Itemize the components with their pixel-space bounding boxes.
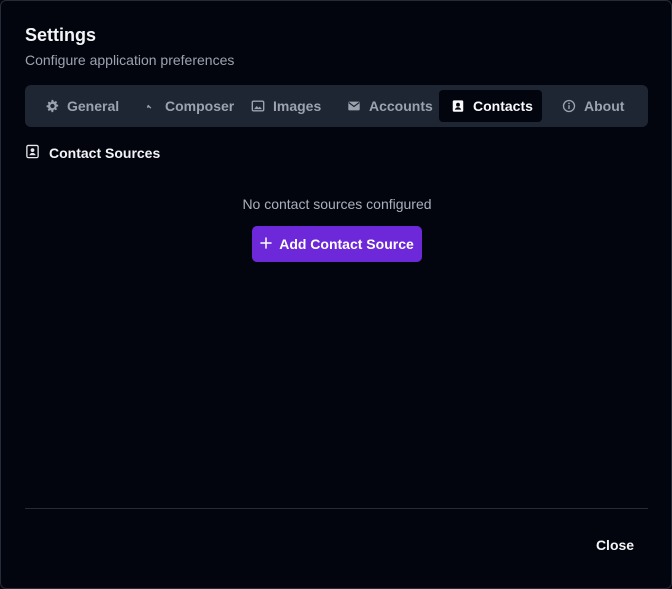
tab-composer-label: Composer: [165, 98, 235, 114]
tab-composer[interactable]: Composer: [131, 90, 237, 122]
add-contact-source-label: Add Contact Source: [279, 236, 414, 252]
add-contact-source-button[interactable]: Add Contact Source: [252, 226, 422, 262]
footer-divider: [25, 508, 648, 509]
dialog-title: Settings: [25, 25, 97, 45]
dialog-subtitle: Configure application preferences: [25, 52, 235, 68]
image-icon: [251, 99, 265, 113]
close-button[interactable]: Close: [581, 529, 649, 561]
tab-about[interactable]: About: [550, 90, 640, 122]
gear-icon: [45, 99, 59, 113]
tab-general[interactable]: General: [33, 90, 129, 122]
tab-images[interactable]: Images: [239, 90, 333, 122]
pen-icon: [143, 99, 157, 113]
envelope-icon: [347, 99, 361, 113]
plus-icon: [260, 236, 272, 252]
settings-dialog: Settings Configure application preferenc…: [0, 0, 672, 589]
info-icon: [562, 99, 576, 113]
empty-state-message: No contact sources configured: [242, 196, 432, 212]
section-heading: Contact Sources: [25, 144, 160, 162]
tab-general-label: General: [67, 98, 120, 114]
section-heading-label: Contact Sources: [49, 145, 161, 161]
tab-accounts-label: Accounts: [369, 98, 433, 114]
contact-card-icon: [25, 144, 40, 162]
tab-images-label: Images: [273, 98, 322, 114]
settings-tabbar: General Composer Images Accounts Contact…: [25, 85, 648, 127]
tab-about-label: About: [584, 98, 625, 114]
contact-card-icon: [451, 99, 465, 113]
tab-contacts-label: Contacts: [473, 98, 533, 114]
tab-contacts[interactable]: Contacts: [439, 90, 542, 122]
tab-accounts[interactable]: Accounts: [335, 90, 439, 122]
